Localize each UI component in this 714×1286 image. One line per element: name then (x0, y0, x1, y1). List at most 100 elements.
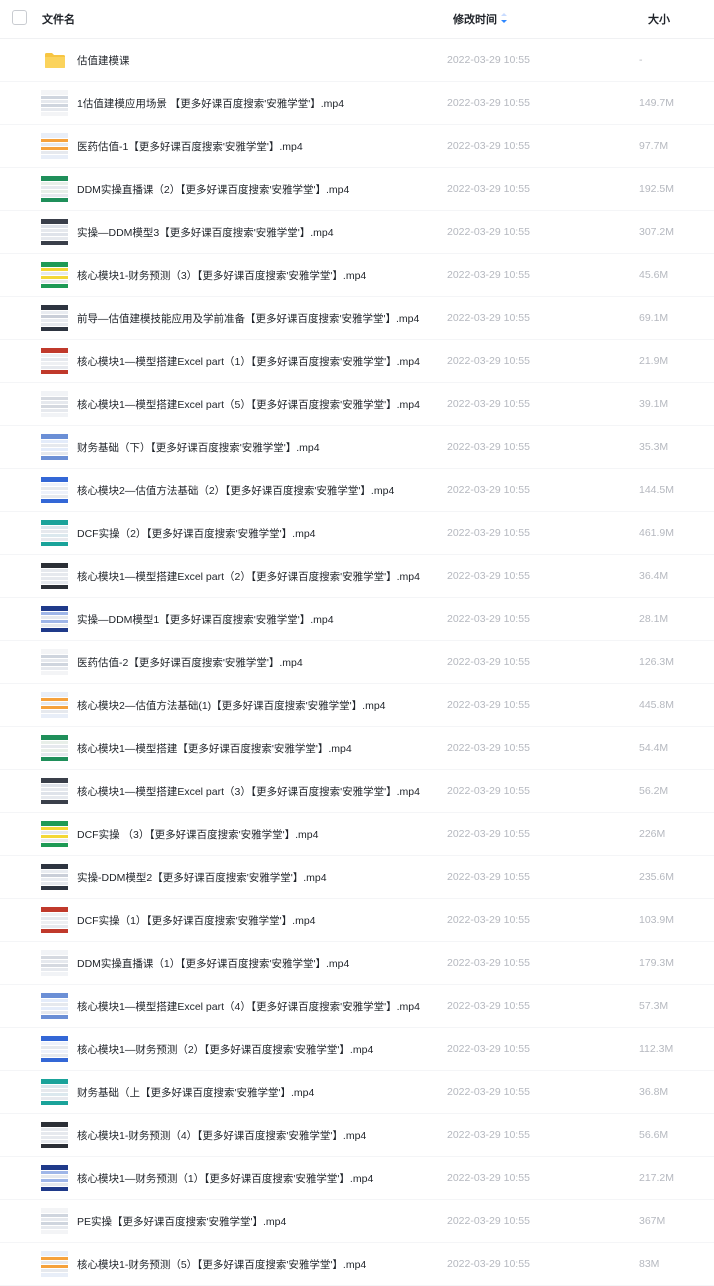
file-row[interactable]: PE实操【更多好课百度搜索'安雅学堂'】.mp4 2022-03-29 10:55… (0, 1200, 714, 1243)
file-list-header: 文件名 修改时间 大小 (0, 0, 714, 39)
file-name[interactable]: 实操—DDM模型3【更多好课百度搜索'安雅学堂'】.mp4 (77, 225, 334, 240)
file-size: 56.6M (639, 1129, 669, 1141)
file-name[interactable]: DCF实操（2）【更多好课百度搜索'安雅学堂'】.mp4 (77, 526, 316, 541)
file-row[interactable]: 核心模块1-财务预测（4）【更多好课百度搜索'安雅学堂'】.mp4 2022-03… (0, 1114, 714, 1157)
file-modified-time: 2022-03-29 10:55 (447, 613, 530, 625)
file-size: 149.7M (639, 97, 675, 109)
file-size: - (639, 54, 643, 66)
file-name[interactable]: 核心模块1—模型搭建Excel part（4）【更多好课百度搜索'安雅学堂'】.… (77, 999, 420, 1014)
video-thumbnail-icon (41, 692, 68, 718)
video-thumbnail-icon (41, 907, 68, 933)
file-modified-time: 2022-03-29 10:55 (447, 226, 530, 238)
file-size: 144.5M (639, 484, 675, 496)
file-row[interactable]: 1估值建模应用场景 【更多好课百度搜索'安雅学堂'】.mp4 2022-03-29… (0, 82, 714, 125)
video-thumbnail-icon (41, 391, 68, 417)
file-row[interactable]: DDM实操直播课（1）【更多好课百度搜索'安雅学堂'】.mp4 2022-03-2… (0, 942, 714, 985)
file-row[interactable]: 核心模块1—模型搭建Excel part（5）【更多好课百度搜索'安雅学堂'】.… (0, 383, 714, 426)
file-name[interactable]: 核心模块1—模型搭建Excel part（1）【更多好课百度搜索'安雅学堂'】.… (77, 354, 420, 369)
video-thumbnail-icon (41, 348, 68, 374)
file-name[interactable]: 医药估值-1【更多好课百度搜索'安雅学堂'】.mp4 (77, 139, 303, 154)
file-modified-time: 2022-03-29 10:55 (447, 742, 530, 754)
file-name[interactable]: 1估值建模应用场景 【更多好课百度搜索'安雅学堂'】.mp4 (77, 96, 344, 111)
file-name[interactable]: 核心模块1-财务预测（5）【更多好课百度搜索'安雅学堂'】.mp4 (77, 1257, 366, 1272)
file-row[interactable]: 核心模块2—估值方法基础（2）【更多好课百度搜索'安雅学堂'】.mp4 2022-… (0, 469, 714, 512)
file-modified-time: 2022-03-29 10:55 (447, 54, 530, 66)
file-row[interactable]: DDM实操直播课（2）【更多好课百度搜索'安雅学堂'】.mp4 2022-03-2… (0, 168, 714, 211)
file-name[interactable]: 核心模块1—模型搭建Excel part（5）【更多好课百度搜索'安雅学堂'】.… (77, 397, 420, 412)
file-name[interactable]: DCF实操 （3）【更多好课百度搜索'安雅学堂'】.mp4 (77, 827, 318, 842)
file-modified-time: 2022-03-29 10:55 (447, 269, 530, 281)
video-thumbnail-icon (41, 1165, 68, 1191)
file-modified-time: 2022-03-29 10:55 (447, 914, 530, 926)
file-row[interactable]: 前导—估值建模技能应用及学前准备【更多好课百度搜索'安雅学堂'】.mp4 2022… (0, 297, 714, 340)
file-name[interactable]: DDM实操直播课（2）【更多好课百度搜索'安雅学堂'】.mp4 (77, 182, 349, 197)
video-thumbnail-icon (41, 133, 68, 159)
file-name[interactable]: DCF实操（1）【更多好课百度搜索'安雅学堂'】.mp4 (77, 913, 316, 928)
file-row[interactable]: 核心模块1—模型搭建Excel part（4）【更多好课百度搜索'安雅学堂'】.… (0, 985, 714, 1028)
file-row[interactable]: 估值建模课 2022-03-29 10:55 - (0, 39, 714, 82)
file-name[interactable]: 核心模块2—估值方法基础(1)【更多好课百度搜索'安雅学堂'】.mp4 (77, 698, 386, 713)
file-size: 307.2M (639, 226, 675, 238)
file-row[interactable]: 财务基础（上【更多好课百度搜索'安雅学堂'】.mp4 2022-03-29 10:… (0, 1071, 714, 1114)
file-name[interactable]: 财务基础（上【更多好课百度搜索'安雅学堂'】.mp4 (77, 1085, 314, 1100)
file-name[interactable]: 财务基础（下）【更多好课百度搜索'安雅学堂'】.mp4 (77, 440, 320, 455)
file-modified-time: 2022-03-29 10:55 (447, 570, 530, 582)
file-name[interactable]: 实操—DDM模型1【更多好课百度搜索'安雅学堂'】.mp4 (77, 612, 334, 627)
file-name[interactable]: 实操-DDM模型2【更多好课百度搜索'安雅学堂'】.mp4 (77, 870, 327, 885)
file-size: 57.3M (639, 1000, 669, 1012)
file-name[interactable]: PE实操【更多好课百度搜索'安雅学堂'】.mp4 (77, 1214, 286, 1229)
file-row[interactable]: 实操—DDM模型1【更多好课百度搜索'安雅学堂'】.mp4 2022-03-29 … (0, 598, 714, 641)
file-row[interactable]: 医药估值-1【更多好课百度搜索'安雅学堂'】.mp4 2022-03-29 10:… (0, 125, 714, 168)
file-row[interactable]: DCF实操（1）【更多好课百度搜索'安雅学堂'】.mp4 2022-03-29 1… (0, 899, 714, 942)
file-modified-time: 2022-03-29 10:55 (447, 441, 530, 453)
video-thumbnail-icon (41, 993, 68, 1019)
file-name[interactable]: 前导—估值建模技能应用及学前准备【更多好课百度搜索'安雅学堂'】.mp4 (77, 311, 419, 326)
file-row[interactable]: DCF实操（2）【更多好课百度搜索'安雅学堂'】.mp4 2022-03-29 1… (0, 512, 714, 555)
file-row[interactable]: DCF实操 （3）【更多好课百度搜索'安雅学堂'】.mp4 2022-03-29 … (0, 813, 714, 856)
file-row[interactable]: 实操—DDM模型3【更多好课百度搜索'安雅学堂'】.mp4 2022-03-29 … (0, 211, 714, 254)
file-name[interactable]: 核心模块1—财务预测（2）【更多好课百度搜索'安雅学堂'】.mp4 (77, 1042, 373, 1057)
file-modified-time: 2022-03-29 10:55 (447, 355, 530, 367)
file-name[interactable]: 核心模块1—财务预测（1）【更多好课百度搜索'安雅学堂'】.mp4 (77, 1171, 373, 1186)
file-modified-time: 2022-03-29 10:55 (447, 1258, 530, 1270)
file-row[interactable]: 核心模块1—模型搭建Excel part（3）【更多好课百度搜索'安雅学堂'】.… (0, 770, 714, 813)
video-thumbnail-icon (41, 778, 68, 804)
file-modified-time: 2022-03-29 10:55 (447, 656, 530, 668)
file-size: 179.3M (639, 957, 675, 969)
file-size: 36.8M (639, 1086, 669, 1098)
file-row[interactable]: 核心模块1—模型搭建【更多好课百度搜索'安雅学堂'】.mp4 2022-03-29… (0, 727, 714, 770)
column-header-name[interactable]: 文件名 (42, 11, 75, 27)
file-modified-time: 2022-03-29 10:55 (447, 398, 530, 410)
file-name[interactable]: DDM实操直播课（1）【更多好课百度搜索'安雅学堂'】.mp4 (77, 956, 349, 971)
file-row[interactable]: 核心模块1—财务预测（2）【更多好课百度搜索'安雅学堂'】.mp4 2022-03… (0, 1028, 714, 1071)
file-name[interactable]: 核心模块1—模型搭建Excel part（3）【更多好课百度搜索'安雅学堂'】.… (77, 784, 420, 799)
file-modified-time: 2022-03-29 10:55 (447, 1129, 530, 1141)
file-name[interactable]: 核心模块1-财务预测（3）【更多好课百度搜索'安雅学堂'】.mp4 (77, 268, 366, 283)
file-modified-time: 2022-03-29 10:55 (447, 957, 530, 969)
file-row[interactable]: 核心模块1—模型搭建Excel part（2）【更多好课百度搜索'安雅学堂'】.… (0, 555, 714, 598)
file-size: 21.9M (639, 355, 669, 367)
file-row[interactable]: 医药估值-2【更多好课百度搜索'安雅学堂'】.mp4 2022-03-29 10:… (0, 641, 714, 684)
file-name[interactable]: 估值建模课 (77, 53, 130, 68)
file-row[interactable]: 核心模块1—财务预测（1）【更多好课百度搜索'安雅学堂'】.mp4 2022-03… (0, 1157, 714, 1200)
select-all-checkbox[interactable] (12, 10, 27, 25)
sort-descending-icon[interactable] (500, 12, 508, 24)
file-size: 461.9M (639, 527, 675, 539)
file-name[interactable]: 核心模块2—估值方法基础（2）【更多好课百度搜索'安雅学堂'】.mp4 (77, 483, 394, 498)
file-modified-time: 2022-03-29 10:55 (447, 828, 530, 840)
file-size: 35.3M (639, 441, 669, 453)
file-name[interactable]: 医药估值-2【更多好课百度搜索'安雅学堂'】.mp4 (77, 655, 303, 670)
file-row[interactable]: 实操-DDM模型2【更多好课百度搜索'安雅学堂'】.mp4 2022-03-29 … (0, 856, 714, 899)
file-name[interactable]: 核心模块1-财务预测（4）【更多好课百度搜索'安雅学堂'】.mp4 (77, 1128, 366, 1143)
file-row[interactable]: 核心模块1—模型搭建Excel part（1）【更多好课百度搜索'安雅学堂'】.… (0, 340, 714, 383)
file-row[interactable]: 核心模块2—估值方法基础(1)【更多好课百度搜索'安雅学堂'】.mp4 2022-… (0, 684, 714, 727)
column-header-modified-time[interactable]: 修改时间 (453, 11, 497, 27)
column-header-size[interactable]: 大小 (648, 11, 670, 27)
file-name[interactable]: 核心模块1—模型搭建Excel part（2）【更多好课百度搜索'安雅学堂'】.… (77, 569, 420, 584)
file-size: 45.6M (639, 269, 669, 281)
file-row[interactable]: 核心模块1-财务预测（3）【更多好课百度搜索'安雅学堂'】.mp4 2022-03… (0, 254, 714, 297)
file-row[interactable]: 财务基础（下）【更多好课百度搜索'安雅学堂'】.mp4 2022-03-29 10… (0, 426, 714, 469)
file-modified-time: 2022-03-29 10:55 (447, 312, 530, 324)
file-name[interactable]: 核心模块1—模型搭建【更多好课百度搜索'安雅学堂'】.mp4 (77, 741, 352, 756)
file-size: 69.1M (639, 312, 669, 324)
